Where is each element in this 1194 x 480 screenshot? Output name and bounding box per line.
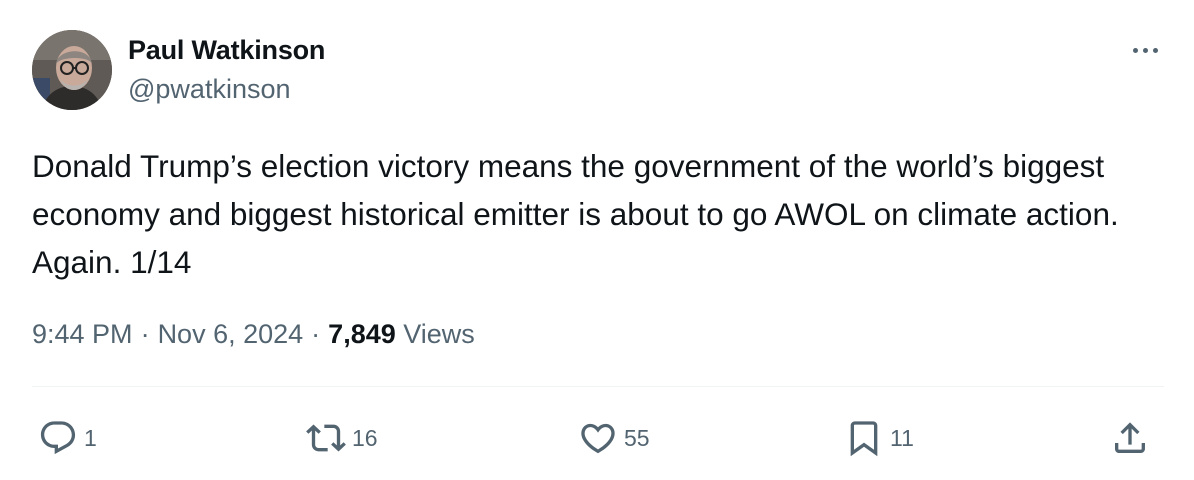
like-button[interactable]: 55 <box>578 418 650 458</box>
post-date[interactable]: Nov 6, 2024 <box>158 319 304 349</box>
profile-photo-icon <box>32 30 112 110</box>
share-button[interactable] <box>1110 418 1150 458</box>
like-count: 55 <box>624 425 650 451</box>
bookmark-button[interactable]: 11 <box>844 418 914 458</box>
heart-icon <box>581 423 615 454</box>
reply-button[interactable]: 1 <box>38 418 97 458</box>
author-handle[interactable]: @pwatkinson <box>128 72 291 106</box>
bookmark-icon <box>850 421 878 457</box>
tweet-card: Paul Watkinson @pwatkinson Donald Trump’… <box>0 0 1194 480</box>
reply-count: 1 <box>84 425 97 451</box>
more-dots-icon <box>1152 47 1158 53</box>
divider <box>32 386 1164 387</box>
author-name[interactable]: Paul Watkinson <box>128 33 325 67</box>
views-label: Views <box>403 319 475 349</box>
separator: · <box>140 319 150 349</box>
more-dots-icon <box>1132 47 1138 53</box>
separator: · <box>311 319 321 349</box>
share-icon <box>1115 422 1145 453</box>
more-dots-icon <box>1142 47 1148 53</box>
views-count: 7,849 <box>328 319 396 349</box>
avatar[interactable] <box>32 30 112 110</box>
reply-icon <box>40 421 76 455</box>
repost-icon <box>306 424 346 452</box>
tweet-meta: 9:44 PM · Nov 6, 2024 · 7,849 Views <box>32 314 475 354</box>
repost-count: 16 <box>352 425 378 451</box>
repost-button[interactable]: 16 <box>306 418 378 458</box>
tweet-text: Donald Trump’s election victory means th… <box>32 148 1119 280</box>
more-options-button[interactable] <box>1124 36 1166 64</box>
post-time[interactable]: 9:44 PM <box>32 319 133 349</box>
bookmark-count: 11 <box>890 425 914 451</box>
